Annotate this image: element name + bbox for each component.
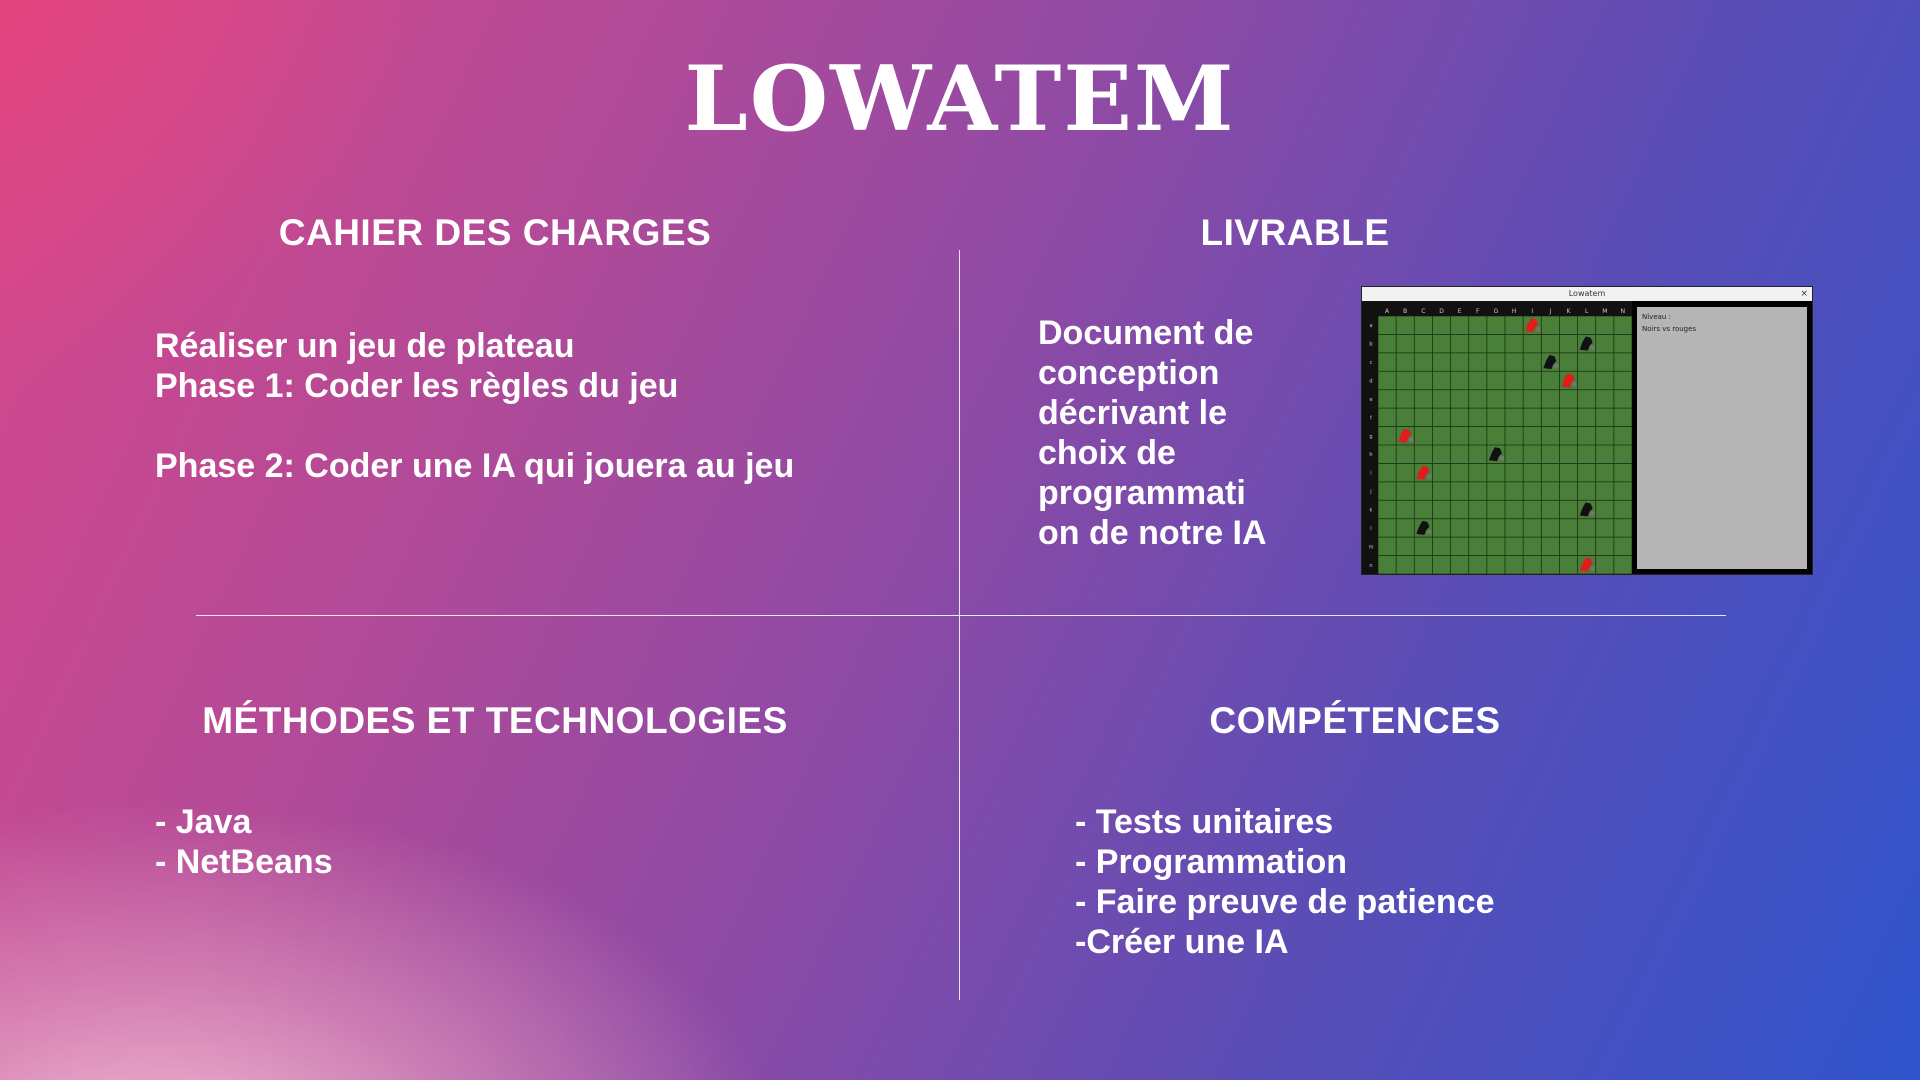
board-row-label: l bbox=[1370, 526, 1371, 532]
board-column-label: D bbox=[1439, 308, 1444, 315]
board-row-label: h bbox=[1369, 452, 1372, 458]
competences-line: - Programmation bbox=[1075, 843, 1348, 881]
livrable-line: on de notre IA bbox=[1038, 514, 1267, 552]
screenshot-side-panel: Niveau : Noirs vs rouges bbox=[1637, 307, 1807, 569]
piece-marker bbox=[1590, 566, 1595, 571]
board-area: A B C D E F G H I J K L M N a b c d e f g h i j k l m n bbox=[1362, 301, 1632, 574]
page-title: LOWATEM bbox=[684, 46, 1236, 152]
board-row-label: n bbox=[1369, 563, 1372, 569]
board-row-labels: a b c d e f g h i j k l m n bbox=[1369, 323, 1374, 569]
cahier-line: Réaliser un jeu de plateau bbox=[155, 327, 575, 365]
panel-players-label: Noirs vs rouges bbox=[1642, 325, 1697, 333]
heading-competences: COMPÉTENCES bbox=[1209, 700, 1501, 741]
methodes-line: - Java bbox=[155, 803, 252, 841]
board-column-label: E bbox=[1458, 308, 1462, 315]
livrable-line: conception bbox=[1038, 354, 1220, 392]
competences-text: - Tests unitaires - Programmation - Fair… bbox=[1075, 802, 1495, 962]
board-column-label: H bbox=[1512, 308, 1517, 315]
panel-level-label: Niveau : bbox=[1642, 313, 1671, 321]
livrable-text: Document de conception décrivant le choi… bbox=[1038, 313, 1267, 553]
competences-line: - Faire preuve de patience bbox=[1075, 883, 1495, 921]
screenshot-window-title: Lowatem bbox=[1568, 289, 1606, 298]
screenshot-titlebar: Lowatem × bbox=[1362, 287, 1812, 301]
piece-marker bbox=[1427, 529, 1432, 534]
close-icon: × bbox=[1800, 289, 1808, 299]
vertical-divider bbox=[959, 250, 960, 1000]
board-row-label: b bbox=[1369, 342, 1372, 348]
heading-cahier-des-charges: CAHIER DES CHARGES bbox=[278, 212, 712, 253]
board-row-label: d bbox=[1369, 379, 1372, 385]
piece-marker bbox=[1554, 364, 1559, 369]
board-column-label: F bbox=[1476, 308, 1480, 315]
competences-line: - Tests unitaires bbox=[1075, 803, 1334, 841]
horizontal-divider bbox=[196, 615, 1726, 616]
board-column-label: C bbox=[1421, 308, 1425, 315]
cahier-des-charges-text: Réaliser un jeu de plateau Phase 1: Code… bbox=[155, 326, 794, 486]
livrable-line: choix de bbox=[1038, 434, 1176, 472]
board-row-label: g bbox=[1369, 434, 1372, 440]
cahier-line: Phase 1: Coder les règles du jeu bbox=[155, 367, 679, 405]
livrable-line: Document de bbox=[1038, 314, 1254, 352]
game-board bbox=[1378, 316, 1632, 574]
livrable-line: décrivant le bbox=[1038, 394, 1227, 432]
board-column-label: A bbox=[1385, 308, 1390, 315]
board-column-labels: A B C D E F G H I J K L M N bbox=[1385, 308, 1626, 315]
piece-marker bbox=[1590, 345, 1595, 350]
board-column-label: B bbox=[1403, 308, 1407, 315]
board-row-label: i bbox=[1370, 471, 1371, 477]
board-row-label: k bbox=[1370, 508, 1373, 514]
cahier-line: Phase 2: Coder une IA qui jouera au jeu bbox=[155, 447, 795, 485]
heading-methodes-technologies: MÉTHODES ET TECHNOLOGIES bbox=[202, 700, 788, 741]
competences-line: -Créer une IA bbox=[1075, 923, 1289, 961]
livrable-line: programmati bbox=[1038, 474, 1246, 512]
piece-marker bbox=[1499, 456, 1504, 461]
board-column-label: G bbox=[1494, 308, 1499, 315]
board-row-label: c bbox=[1370, 360, 1373, 366]
piece-marker bbox=[1427, 474, 1432, 479]
piece-marker bbox=[1536, 327, 1541, 332]
board-row-label: f bbox=[1370, 415, 1372, 421]
board-column-label: K bbox=[1567, 308, 1572, 315]
piece-marker bbox=[1590, 511, 1595, 516]
board-column-label: I bbox=[1531, 308, 1533, 315]
board-column-label: N bbox=[1621, 308, 1626, 315]
board-column-label: L bbox=[1585, 308, 1589, 315]
methodes-line: - NetBeans bbox=[155, 843, 333, 881]
heading-livrable: LIVRABLE bbox=[1200, 212, 1390, 253]
cahier-line bbox=[155, 406, 794, 446]
piece-marker bbox=[1572, 382, 1577, 387]
board-row-label: e bbox=[1369, 397, 1372, 403]
board-row-label: j bbox=[1369, 489, 1371, 495]
piece-marker bbox=[1409, 437, 1414, 442]
board-column-label: M bbox=[1602, 308, 1607, 315]
board-row-label: a bbox=[1369, 323, 1372, 329]
methodes-text: - Java - NetBeans bbox=[155, 802, 333, 882]
board-column-label: J bbox=[1548, 308, 1551, 315]
game-screenshot: Lowatem × ABCDEFGHIJKLMN abcdefghijklmn … bbox=[1361, 286, 1813, 575]
board-row-label: m bbox=[1369, 544, 1374, 550]
